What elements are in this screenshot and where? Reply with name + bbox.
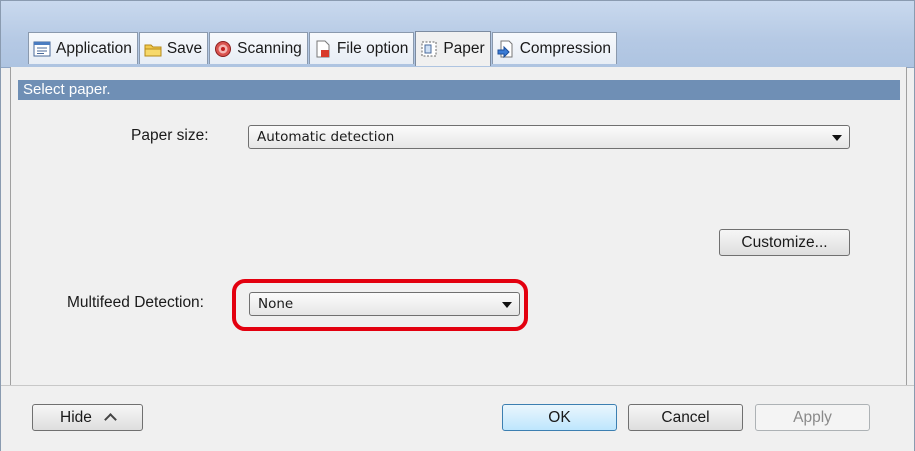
hide-button[interactable]: Hide xyxy=(32,404,143,431)
paper-size-dropdown[interactable]: Automatic detection xyxy=(248,125,850,149)
file-option-icon xyxy=(314,40,332,58)
paper-size-value: Automatic detection xyxy=(257,129,395,145)
tab-application[interactable]: Application xyxy=(28,32,138,64)
tab-label: Paper xyxy=(443,40,485,57)
save-folder-icon xyxy=(144,40,162,58)
apply-button[interactable]: Apply xyxy=(755,404,870,431)
tab-label: Scanning xyxy=(237,39,302,57)
cancel-button[interactable]: Cancel xyxy=(628,404,743,431)
tab-label: Compression xyxy=(519,39,612,57)
dialog-footer: Hide OK Cancel Apply xyxy=(1,385,914,451)
tab-label: Save xyxy=(166,39,203,57)
chevron-up-icon xyxy=(104,413,117,426)
tab-label: Application xyxy=(56,39,132,57)
ok-button[interactable]: OK xyxy=(502,404,617,431)
multifeed-detection-value: None xyxy=(258,296,294,312)
section-header: Select paper. xyxy=(18,80,900,100)
paper-settings-panel: Select paper. Paper size: Automatic dete… xyxy=(10,67,907,385)
paper-size-label: Paper size: xyxy=(131,127,209,144)
paper-icon xyxy=(420,40,438,58)
tab-compression[interactable]: Compression xyxy=(491,32,618,64)
scanning-icon xyxy=(214,40,232,58)
compression-icon xyxy=(497,40,515,58)
hide-label: Hide xyxy=(60,409,92,426)
customize-button[interactable]: Customize... xyxy=(719,229,850,256)
tab-label: File option xyxy=(336,39,409,57)
tab-strip: Application Save Scanning File option Pa… xyxy=(1,1,914,68)
tab-bar: Application Save Scanning File option Pa… xyxy=(28,31,618,66)
tab-paper[interactable]: Paper xyxy=(415,31,491,66)
scan-settings-window: Application Save Scanning File option Pa… xyxy=(0,0,915,451)
application-icon xyxy=(33,40,51,58)
tab-save[interactable]: Save xyxy=(138,32,209,64)
multifeed-detection-dropdown[interactable]: None xyxy=(249,292,520,316)
tab-file-option[interactable]: File option xyxy=(308,32,415,64)
tab-scanning[interactable]: Scanning xyxy=(209,32,308,64)
chevron-down-icon xyxy=(502,302,512,308)
chevron-down-icon xyxy=(832,135,842,141)
multifeed-detection-label: Multifeed Detection: xyxy=(67,294,204,311)
